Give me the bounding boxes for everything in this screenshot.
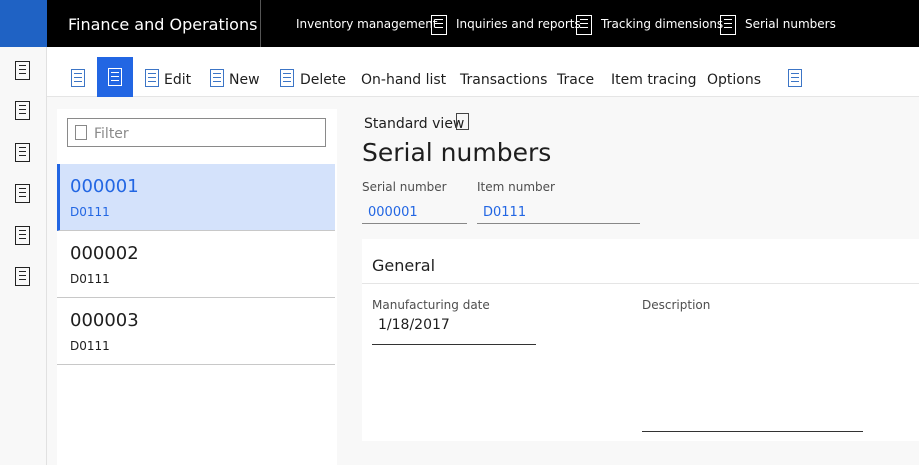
list-item-serial: 000001 — [70, 176, 139, 197]
list-item-serial: 000002 — [70, 243, 139, 264]
page-title: Serial numbers — [362, 138, 552, 167]
options-button[interactable]: Options — [707, 72, 761, 88]
back-icon[interactable] — [71, 69, 85, 87]
breadcrumb-tracking-dimensions[interactable]: Tracking dimensions — [601, 17, 723, 31]
new-icon — [210, 69, 224, 87]
recent-icon[interactable] — [15, 184, 30, 203]
favorites-icon[interactable] — [15, 143, 30, 162]
list-icon[interactable] — [15, 267, 30, 286]
edit-icon — [145, 69, 159, 87]
top-bar: Finance and Operations Inventory managem… — [0, 0, 919, 47]
onhand-list-button[interactable]: On-hand list — [361, 72, 446, 88]
filter-placeholder: Filter — [94, 126, 129, 142]
trace-button[interactable]: Trace — [557, 72, 594, 88]
general-title: General — [372, 256, 436, 275]
breadcrumb-separator-icon — [576, 15, 592, 35]
chevron-down-icon[interactable] — [456, 113, 469, 130]
item-number-field[interactable]: D0111 — [477, 205, 640, 224]
general-fasttab: General Manufacturing date 1/18/2017 Des… — [362, 239, 919, 441]
home-icon[interactable] — [15, 226, 30, 245]
list-item[interactable]: 000003 D0111 — [57, 298, 335, 365]
search-icon[interactable] — [788, 69, 802, 87]
list-toggle-button[interactable] — [97, 57, 133, 97]
navigation-rail — [0, 47, 47, 465]
breadcrumb-separator-icon — [720, 15, 736, 35]
breadcrumb-inquiries-and-reports[interactable]: Inquiries and reports — [456, 17, 581, 31]
workspaces-icon[interactable] — [15, 61, 30, 80]
edit-button[interactable]: Edit — [164, 72, 191, 88]
list-item-item-number: D0111 — [70, 272, 110, 286]
manufacturing-date-label: Manufacturing date — [372, 298, 490, 312]
description-label: Description — [642, 298, 711, 312]
filter-input[interactable]: Filter — [67, 118, 326, 147]
serial-number-label: Serial number — [362, 180, 447, 194]
general-header[interactable]: General — [362, 239, 919, 284]
action-pane: Edit New Delete On-hand list Transaction… — [47, 47, 919, 97]
breadcrumb-separator-icon — [431, 15, 447, 35]
app-title[interactable]: Finance and Operations — [68, 15, 257, 34]
delete-button[interactable]: Delete — [300, 72, 346, 88]
modules-icon[interactable] — [15, 101, 30, 120]
manufacturing-date-field[interactable]: 1/18/2017 — [372, 315, 536, 345]
list-item[interactable]: 000002 D0111 — [57, 231, 335, 298]
description-field[interactable] — [642, 315, 863, 432]
list-icon — [108, 68, 122, 86]
new-button[interactable]: New — [229, 72, 260, 88]
item-number-label: Item number — [477, 180, 555, 194]
divider — [260, 0, 261, 47]
list-item-item-number: D0111 — [70, 339, 110, 353]
app-launcher-button[interactable] — [0, 0, 47, 47]
serial-number-field[interactable]: 000001 — [362, 205, 467, 224]
item-tracing-button[interactable]: Item tracing — [611, 72, 697, 88]
breadcrumb-inventory-management[interactable]: Inventory management — [296, 17, 438, 31]
list-panel: Filter 000001 D0111 000002 D0111 000003 … — [57, 109, 337, 465]
breadcrumb-serial-numbers[interactable]: Serial numbers — [745, 17, 836, 31]
list-item-item-number: D0111 — [70, 205, 110, 219]
filter-icon — [75, 125, 87, 140]
list-item-serial: 000003 — [70, 310, 139, 331]
view-selector[interactable]: Standard view — [364, 116, 464, 132]
delete-icon — [280, 69, 294, 87]
transactions-button[interactable]: Transactions — [460, 72, 547, 88]
list-item[interactable]: 000001 D0111 — [57, 164, 335, 231]
